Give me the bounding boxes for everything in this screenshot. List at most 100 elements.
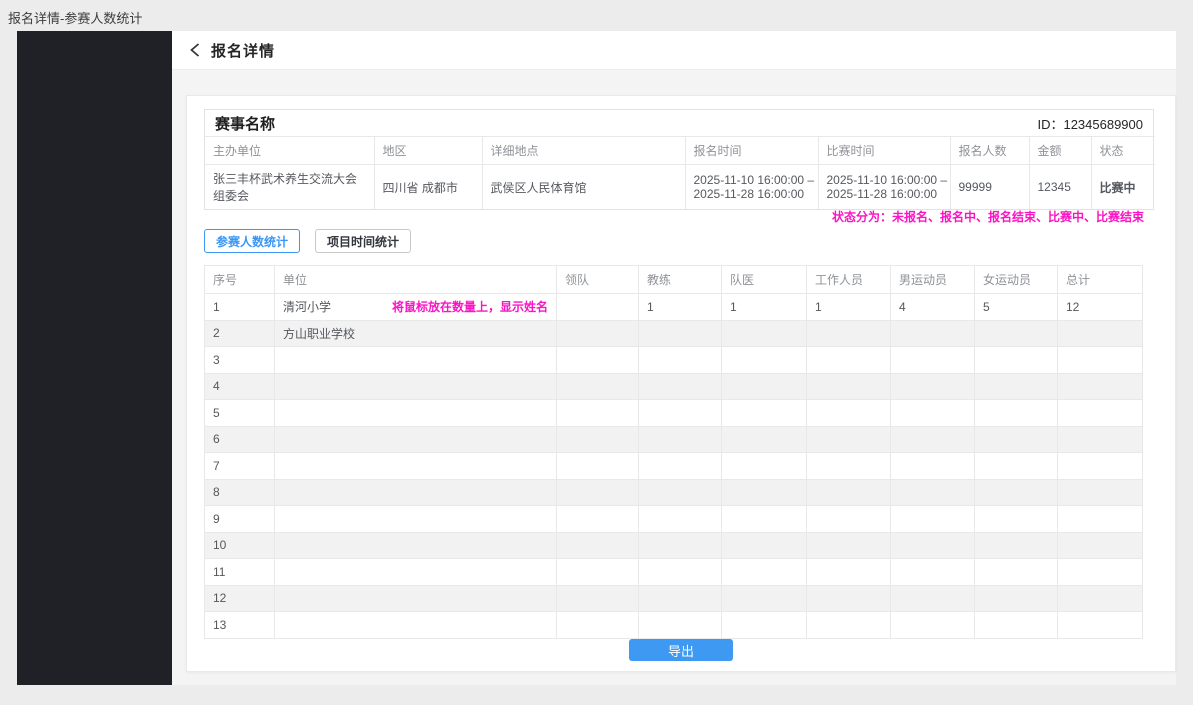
stats-cell-coach xyxy=(639,400,722,427)
stats-cell-doctor xyxy=(722,585,807,612)
stats-cell-total xyxy=(1058,426,1143,453)
table-row: 8 xyxy=(205,479,1143,506)
stats-cell-leader xyxy=(557,320,639,347)
stats-cell-leader xyxy=(557,400,639,427)
table-row: 13 xyxy=(205,612,1143,639)
stats-cell-no: 13 xyxy=(205,612,275,639)
stats-cell-male xyxy=(891,559,975,586)
table-row: 2方山职业学校 xyxy=(205,320,1143,347)
signup-time-start: 2025-11-10 16:00:00 – xyxy=(694,173,810,187)
tab-event-schedule[interactable]: 项目时间统计 xyxy=(315,229,411,253)
main-panel: 赛事名称 ID：12345689900 主办单位 地区 详细地点 xyxy=(186,95,1176,672)
stats-header-row: 序号单位领队教练队医工作人员男运动员女运动员总计 xyxy=(205,266,1143,294)
stats-cell-female xyxy=(975,347,1058,374)
participant-stats-table: 序号单位领队教练队医工作人员男运动员女运动员总计 1 清河小学 将鼠标放在数量上，显… xyxy=(204,265,1143,639)
app-frame: 报名详情 赛事名称 ID：12345689900 xyxy=(17,31,1176,685)
column-header: 比赛时间 xyxy=(818,137,950,165)
table-row: 4 xyxy=(205,373,1143,400)
signup-time-cell: 2025-11-10 16:00:00 – 2025-11-28 16:00:0… xyxy=(685,165,818,210)
tab-participant-count[interactable]: 参赛人数统计 xyxy=(204,229,300,253)
organizer-cell: 张三丰杯武术养生交流大会组委会 xyxy=(205,165,374,210)
table-row: 7 xyxy=(205,453,1143,480)
stats-cell-doctor[interactable]: 1 xyxy=(722,294,807,321)
export-button[interactable]: 导出 xyxy=(629,639,733,661)
table-row: 10 xyxy=(205,532,1143,559)
stats-cell-leader xyxy=(557,373,639,400)
stats-cell-coach xyxy=(639,532,722,559)
stats-cell-total xyxy=(1058,347,1143,374)
stats-cell-unit xyxy=(275,585,557,612)
column-header: 主办单位 xyxy=(205,137,374,165)
hover-hint-note: 将鼠标放在数量上，显示姓名 xyxy=(392,298,548,315)
stats-cell-doctor xyxy=(722,453,807,480)
stats-cell-total[interactable]: 12 xyxy=(1058,294,1143,321)
stats-cell-no: 6 xyxy=(205,426,275,453)
stats-table-body: 1清河小学将鼠标放在数量上，显示姓名11145122方山职业学校34567891… xyxy=(205,294,1143,639)
stats-cell-staff xyxy=(807,585,891,612)
column-header: 金额 xyxy=(1029,137,1091,165)
window-title: 报名详情-参赛人数统计 xyxy=(8,8,142,27)
table-row: 5 xyxy=(205,400,1143,427)
stats-cell-male xyxy=(891,347,975,374)
stats-cell-male xyxy=(891,612,975,639)
stats-cell-leader xyxy=(557,506,639,533)
stats-cell-female xyxy=(975,506,1058,533)
stats-cell-leader xyxy=(557,294,639,321)
stats-column-header: 工作人员 xyxy=(807,266,891,294)
stats-cell-male[interactable]: 4 xyxy=(891,294,975,321)
stats-column-header: 总计 xyxy=(1058,266,1143,294)
stats-cell-leader xyxy=(557,585,639,612)
stats-cell-female xyxy=(975,373,1058,400)
stats-cell-male xyxy=(891,426,975,453)
event-card: 赛事名称 ID：12345689900 主办单位 地区 详细地点 xyxy=(204,109,1154,210)
status-badge: 比赛中 xyxy=(1091,165,1155,210)
stats-cell-female xyxy=(975,426,1058,453)
stats-cell-no: 4 xyxy=(205,373,275,400)
stats-cell-no: 12 xyxy=(205,585,275,612)
stats-column-header: 领队 xyxy=(557,266,639,294)
table-row: 1清河小学将鼠标放在数量上，显示姓名1114512 xyxy=(205,294,1143,321)
amount-cell: 12345 xyxy=(1029,165,1091,210)
stats-cell-doctor xyxy=(722,373,807,400)
stats-cell-total xyxy=(1058,400,1143,427)
stats-cell-coach[interactable]: 1 xyxy=(639,294,722,321)
stats-cell-staff[interactable]: 1 xyxy=(807,294,891,321)
stats-cell-male xyxy=(891,585,975,612)
signup-count-cell: 99999 xyxy=(950,165,1029,210)
stats-column-header: 序号 xyxy=(205,266,275,294)
match-time-start: 2025-11-10 16:00:00 – xyxy=(827,173,942,187)
stats-column-header: 女运动员 xyxy=(975,266,1058,294)
stats-cell-staff xyxy=(807,559,891,586)
stats-cell-leader xyxy=(557,479,639,506)
table-row: 12 xyxy=(205,585,1143,612)
venue-cell: 武侯区人民体育馆 xyxy=(482,165,685,210)
event-info-table: 主办单位 地区 详细地点 报名时间 比赛时间 报名人数 金额 状态 xyxy=(205,136,1155,209)
stats-tabs: 参赛人数统计 项目时间统计 xyxy=(204,229,1175,253)
stats-cell-staff xyxy=(807,426,891,453)
stats-cell-coach xyxy=(639,426,722,453)
stats-cell-coach xyxy=(639,320,722,347)
signup-time-end: 2025-11-28 16:00:00 xyxy=(694,187,810,201)
stats-cell-female[interactable]: 5 xyxy=(975,294,1058,321)
stats-cell-no: 2 xyxy=(205,320,275,347)
table-row: 6 xyxy=(205,426,1143,453)
stats-cell-total xyxy=(1058,453,1143,480)
stats-cell-coach xyxy=(639,506,722,533)
match-time-cell: 2025-11-10 16:00:00 – 2025-11-28 16:00:0… xyxy=(818,165,950,210)
stats-cell-unit: 方山职业学校 xyxy=(275,320,557,347)
stats-cell-leader xyxy=(557,453,639,480)
stats-column-header: 队医 xyxy=(722,266,807,294)
stats-cell-female xyxy=(975,532,1058,559)
stats-cell-staff xyxy=(807,400,891,427)
unit-name: 清河小学 xyxy=(283,298,331,315)
page-title: 报名详情 xyxy=(211,40,275,61)
stats-cell-doctor xyxy=(722,612,807,639)
stats-cell-leader xyxy=(557,347,639,374)
stats-cell-doctor xyxy=(722,559,807,586)
back-button[interactable] xyxy=(189,43,201,57)
match-time-end: 2025-11-28 16:00:00 xyxy=(827,187,942,201)
stats-cell-staff xyxy=(807,479,891,506)
stats-cell-unit xyxy=(275,506,557,533)
stats-cell-coach xyxy=(639,612,722,639)
stats-cell-female xyxy=(975,585,1058,612)
